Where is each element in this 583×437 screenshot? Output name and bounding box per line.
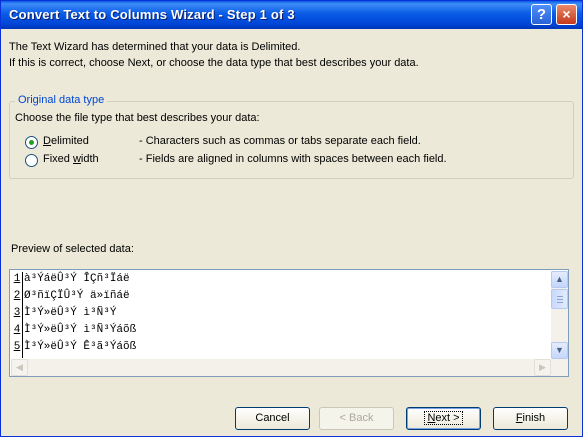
cancel-button[interactable]: Cancel <box>235 407 310 430</box>
scroll-right-icon: ▶ <box>539 362 546 372</box>
preview-row: 3 Ì³Ý»ëÛ³Ý ì³Ñ³Ý <box>12 307 117 323</box>
row-text: à³ÝáëÛ³Ý ÎÇñ³Ïáë <box>24 273 130 285</box>
fixed-width-description: - Fields are aligned in columns with spa… <box>139 153 447 165</box>
help-icon: ? <box>536 6 547 23</box>
thumb-grip-line <box>557 296 563 297</box>
help-button[interactable]: ? <box>531 4 552 25</box>
preview-row: 2 Ø³ñïÇÏÛ³Ý ä»ïñáë <box>12 290 130 306</box>
preview-label: Preview of selected data: <box>11 243 134 255</box>
row-number: 2 <box>13 290 21 302</box>
dialog-content: The Text Wizard has determined that your… <box>1 29 582 436</box>
scroll-left-icon: ◀ <box>16 362 23 372</box>
row-number: 1 <box>13 273 21 285</box>
thumb-grip-line <box>557 299 563 300</box>
row-number: 4 <box>13 324 21 336</box>
intro-line-2: If this is correct, choose Next, or choo… <box>9 57 419 69</box>
row-number: 5 <box>13 341 21 353</box>
horizontal-scrollbar[interactable]: ◀ ▶ <box>11 359 568 376</box>
row-text: Ì³Ý»ëÛ³Ý Ê³ã³Ýáõß <box>24 341 137 353</box>
wizard-dialog: Convert Text to Columns Wizard - Step 1 … <box>0 0 583 437</box>
delimited-description: - Characters such as commas or tabs sepa… <box>139 135 421 147</box>
fixed-width-radio[interactable] <box>25 154 38 167</box>
delimited-label[interactable]: Delimited <box>43 135 89 147</box>
scroll-up-icon: ▲ <box>555 274 564 284</box>
vertical-scrollbar[interactable]: ▲ ▼ <box>551 271 568 359</box>
scroll-down-button[interactable]: ▼ <box>551 342 568 359</box>
scroll-up-button[interactable]: ▲ <box>551 271 568 288</box>
row-text: Ì³Ý»ëÛ³Ý ì³Ñ³Ý <box>24 307 117 319</box>
vertical-scroll-thumb[interactable] <box>551 289 568 309</box>
intro-line-1: The Text Wizard has determined that your… <box>9 41 301 53</box>
row-text: Ø³ñïÇÏÛ³Ý ä»ïñáë <box>24 290 130 302</box>
row-number: 3 <box>13 307 21 319</box>
finish-button[interactable]: Finish <box>493 407 568 430</box>
preview-row: 4 Ì³Ý»ëÛ³Ý ì³Ñ³Ýáõß <box>12 324 137 340</box>
delimited-radio[interactable] <box>25 136 38 149</box>
preview-row: 1 à³ÝáëÛ³Ý ÎÇñ³Ïáë <box>12 273 130 289</box>
back-button[interactable]: < Back <box>319 407 394 430</box>
thumb-grip-line <box>557 302 563 303</box>
scroll-left-button[interactable]: ◀ <box>11 359 28 376</box>
next-button[interactable]: Next > <box>406 407 481 430</box>
title-bar[interactable]: Convert Text to Columns Wizard - Step 1 … <box>1 1 582 29</box>
dialog-title: Convert Text to Columns Wizard - Step 1 … <box>9 7 295 22</box>
close-button[interactable]: × <box>556 4 577 25</box>
data-preview-pane[interactable]: 1 à³ÝáëÛ³Ý ÎÇñ³Ïáë 2 Ø³ñïÇÏÛ³Ý ä»ïñáë 3 Ì³Ý… <box>9 269 569 377</box>
row-text: Ì³Ý»ëÛ³Ý ì³Ñ³Ýáõß <box>24 324 137 336</box>
scroll-right-button[interactable]: ▶ <box>534 359 551 376</box>
scroll-down-icon: ▼ <box>555 345 564 355</box>
fixed-width-label[interactable]: Fixed width <box>43 153 99 165</box>
preview-row: 5 Ì³Ý»ëÛ³Ý Ê³ã³Ýáõß <box>12 341 137 357</box>
group-legend: Original data type <box>15 94 108 106</box>
file-type-prompt: Choose the file type that best describes… <box>15 112 260 124</box>
close-icon: × <box>562 6 571 22</box>
